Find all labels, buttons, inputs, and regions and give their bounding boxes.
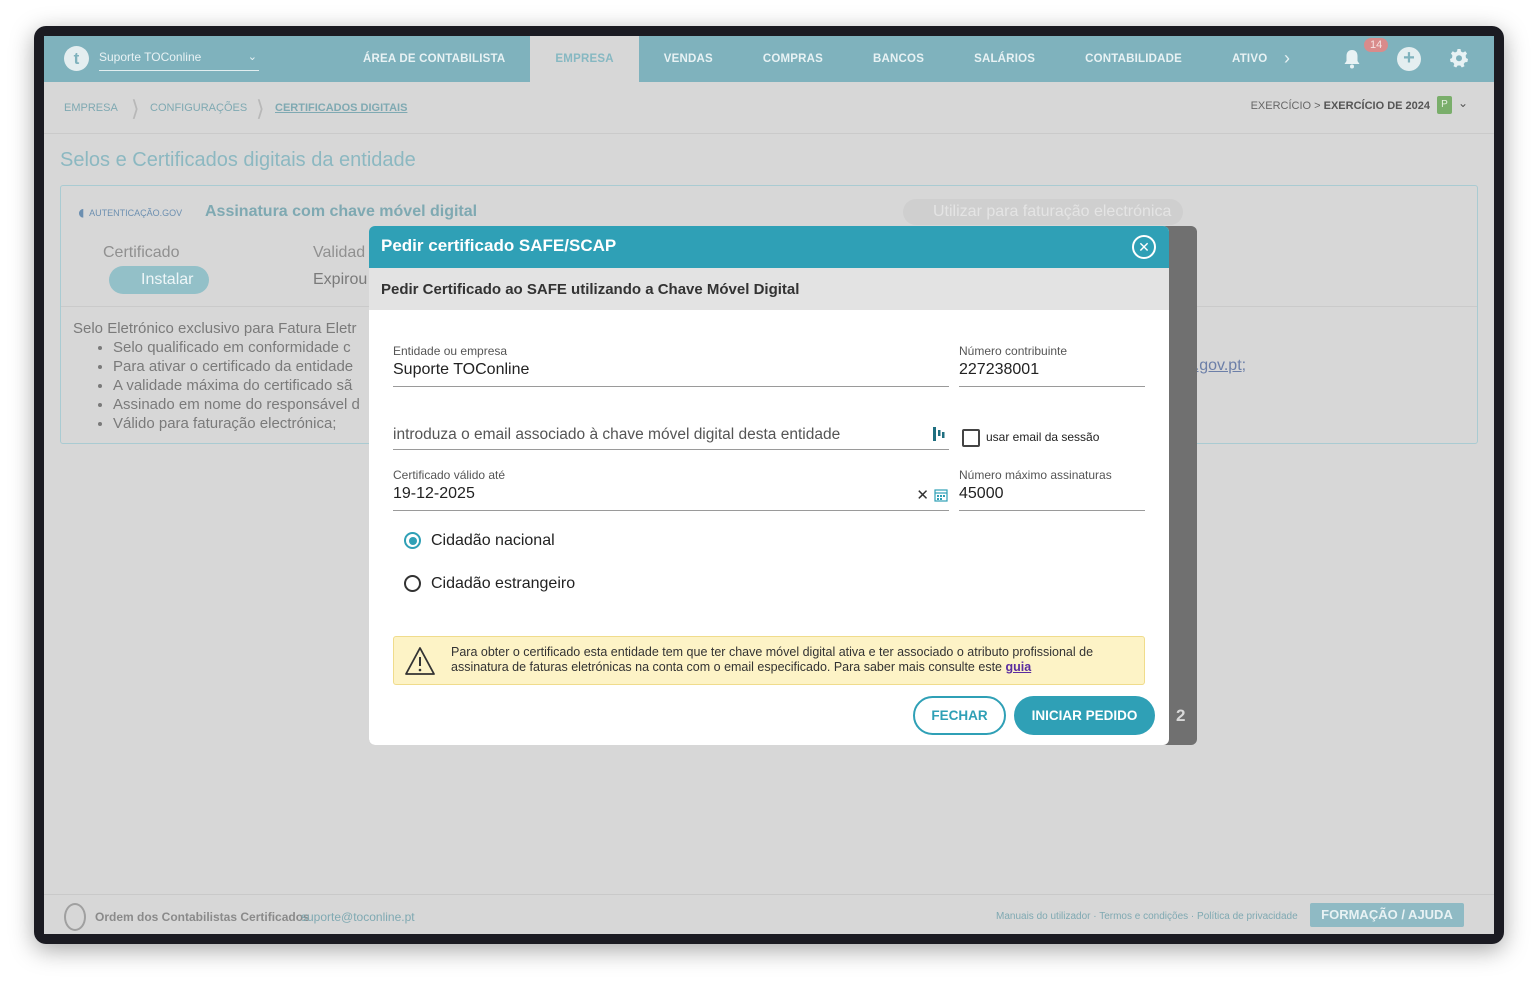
footer-links[interactable]: Manuais do utilizador · Termos e condiçõ… <box>996 911 1298 922</box>
max-signatures-field[interactable]: Número máximo assinaturas 45000 <box>959 468 1145 511</box>
breadcrumb-separator: ⟩ <box>256 96 265 121</box>
use-session-email-label[interactable]: usar email da sessão <box>986 430 1099 444</box>
company-select-value: Suporte TOConline <box>99 50 202 64</box>
request-certificate-dialog: Pedir certificado SAFE/SCAP ✕ Pedir Cert… <box>369 226 1169 745</box>
calendar-icon[interactable] <box>934 488 948 502</box>
breadcrumb-certificados[interactable]: CERTIFICADOS DIGITAIS <box>275 102 407 114</box>
list-item: Para ativar o certificado da entidade <box>113 357 360 376</box>
bell-icon[interactable] <box>1342 48 1362 70</box>
install-label: Instalar <box>141 271 194 288</box>
close-button[interactable]: FECHAR <box>913 696 1006 735</box>
card-title: Assinatura com chave móvel digital <box>205 203 478 220</box>
warning-text: Para obter o certificado esta entidade t… <box>451 645 1141 675</box>
page-title: Selos e Certificados digitais da entidad… <box>60 149 416 171</box>
warning-message: Para obter o certificado esta entidade t… <box>451 645 1094 674</box>
key-icon[interactable] <box>933 427 945 441</box>
start-request-button[interactable]: INICIAR PEDIDO <box>1014 696 1155 735</box>
dialog-subtitle: Pedir Certificado ao SAFE utilizando a C… <box>381 281 800 298</box>
use-for-invoicing-label: Utilizar para faturação electrónica <box>933 203 1172 220</box>
link-suffix: ; <box>1241 357 1247 374</box>
nif-value: 227238001 <box>959 361 1040 378</box>
chevron-right-icon[interactable]: › <box>1284 48 1290 69</box>
validity-value: Expirou <box>313 271 368 288</box>
add-button[interactable]: + <box>1397 47 1421 71</box>
list-item: Selo qualificado em conformidade c <box>113 338 360 357</box>
radio-cidadao-nacional[interactable] <box>404 532 421 549</box>
nav-compras[interactable]: COMPRAS <box>738 36 848 82</box>
warning-box: Para obter o certificado esta entidade t… <box>393 636 1145 685</box>
exercise-status-badge: P <box>1437 96 1452 114</box>
nav-ativo[interactable]: ATIVO <box>1207 36 1292 82</box>
breadcrumb-empresa[interactable]: EMPRESA <box>64 102 118 114</box>
nav-bancos[interactable]: BANCOS <box>848 36 949 82</box>
max-signatures-label: Número máximo assinaturas <box>959 468 1112 482</box>
warning-icon <box>405 647 435 675</box>
nav-salarios[interactable]: SALÁRIOS <box>949 36 1060 82</box>
support-email-link[interactable]: suporte@toconline.pt <box>301 910 415 924</box>
validity-label: Validad <box>313 244 366 261</box>
max-signatures-value: 45000 <box>959 485 1004 502</box>
autenticacao-gov-logo: ◖ AUTENTICAÇÃO.GOV <box>75 202 182 225</box>
valid-until-label: Certificado válido até <box>393 468 506 482</box>
nav-area-contabilista[interactable]: ÁREA DE CONTABILISTA <box>338 36 530 82</box>
nif-label: Número contribuinte <box>959 344 1068 358</box>
chevron-down-icon: ⌄ <box>247 51 257 63</box>
dialog-subtitle-bar: Pedir Certificado ao SAFE utilizando a C… <box>369 268 1169 310</box>
list-item: A validade máxima do certificado sã <box>113 376 360 395</box>
autenticacao-icon: ◖ <box>75 202 88 224</box>
occ-seal-icon <box>64 903 86 931</box>
company-select[interactable]: Suporte TOConline ⌄ <box>99 47 259 71</box>
list-item: Válido para faturação electrónica; <box>113 414 360 433</box>
nav-empresa[interactable]: EMPRESA <box>530 36 639 82</box>
install-button[interactable]: Instalar <box>109 266 209 294</box>
exercise-prefix: EXERCÍCIO > <box>1250 100 1321 112</box>
top-navigation-bar: t Suporte TOConline ⌄ ÁREA DE CONTABILIS… <box>44 36 1494 82</box>
main-nav: ÁREA DE CONTABILISTA EMPRESA VENDAS COMP… <box>338 36 1292 82</box>
exercise-selector[interactable]: EXERCÍCIO > EXERCÍCIO DE 2024 <box>1251 100 1430 112</box>
dialog-title: Pedir certificado SAFE/SCAP <box>381 236 617 255</box>
breadcrumb-configuracoes[interactable]: CONFIGURAÇÕES <box>150 102 247 114</box>
use-session-email-checkbox[interactable] <box>962 429 980 447</box>
help-button[interactable]: FORMAÇÃO / AJUDA <box>1310 903 1464 927</box>
breadcrumb: EMPRESA ⟩ CONFIGURAÇÕES ⟩ CERTIFICADOS D… <box>44 82 1494 134</box>
nav-vendas[interactable]: VENDAS <box>639 36 738 82</box>
gear-icon[interactable] <box>1449 48 1469 68</box>
footer-org: Ordem dos Contabilistas Certificados <box>95 910 310 924</box>
clear-icon[interactable]: ✕ <box>916 486 929 504</box>
email-placeholder: introduza o email associado à chave móve… <box>393 426 841 443</box>
email-field[interactable]: introduza o email associado à chave móve… <box>393 418 949 450</box>
entity-value: Suporte TOConline <box>393 361 530 378</box>
list-item: Assinado em nome do responsável d <box>113 395 360 414</box>
description-list: Selo qualificado em conformidade c Para … <box>113 338 360 433</box>
description-text: Selo Eletrónico exclusivo para Fatura El… <box>73 319 360 433</box>
chevron-down-icon[interactable]: ⌄ <box>1458 96 1468 110</box>
entity-field[interactable]: Entidade ou empresa Suporte TOConline <box>393 344 949 387</box>
stacked-dialog-number: 2 <box>1176 706 1186 725</box>
breadcrumb-separator: ⟩ <box>131 96 140 121</box>
footer: Ordem dos Contabilistas Certificados sup… <box>44 894 1494 934</box>
description-intro: Selo Eletrónico exclusivo para Fatura El… <box>73 320 357 337</box>
certificate-label: Certificado <box>103 244 180 261</box>
entity-label: Entidade ou empresa <box>393 344 508 358</box>
radio-cidadao-estrangeiro-label[interactable]: Cidadão estrangeiro <box>431 575 575 593</box>
valid-until-field[interactable]: Certificado válido até 19-12-2025 ✕ <box>393 468 949 511</box>
nav-contabilidade[interactable]: CONTABILIDADE <box>1060 36 1207 82</box>
valid-until-value: 19-12-2025 <box>393 485 475 502</box>
provider-logo-text: AUTENTICAÇÃO.GOV <box>89 207 183 218</box>
dialog-header: Pedir certificado SAFE/SCAP ✕ <box>369 226 1169 268</box>
radio-cidadao-nacional-label[interactable]: Cidadão nacional <box>431 532 555 550</box>
use-for-invoicing-button[interactable]: Utilizar para faturação electrónica <box>903 199 1183 225</box>
notification-badge: 14 <box>1364 38 1389 52</box>
guide-link[interactable]: guia <box>1005 660 1031 674</box>
exercise-value: EXERCÍCIO DE 2024 <box>1323 100 1430 112</box>
radio-cidadao-estrangeiro[interactable] <box>404 575 421 592</box>
toconline-logo[interactable]: t <box>64 46 89 71</box>
close-icon[interactable]: ✕ <box>1132 235 1156 259</box>
nif-field[interactable]: Número contribuinte 227238001 <box>959 344 1145 387</box>
